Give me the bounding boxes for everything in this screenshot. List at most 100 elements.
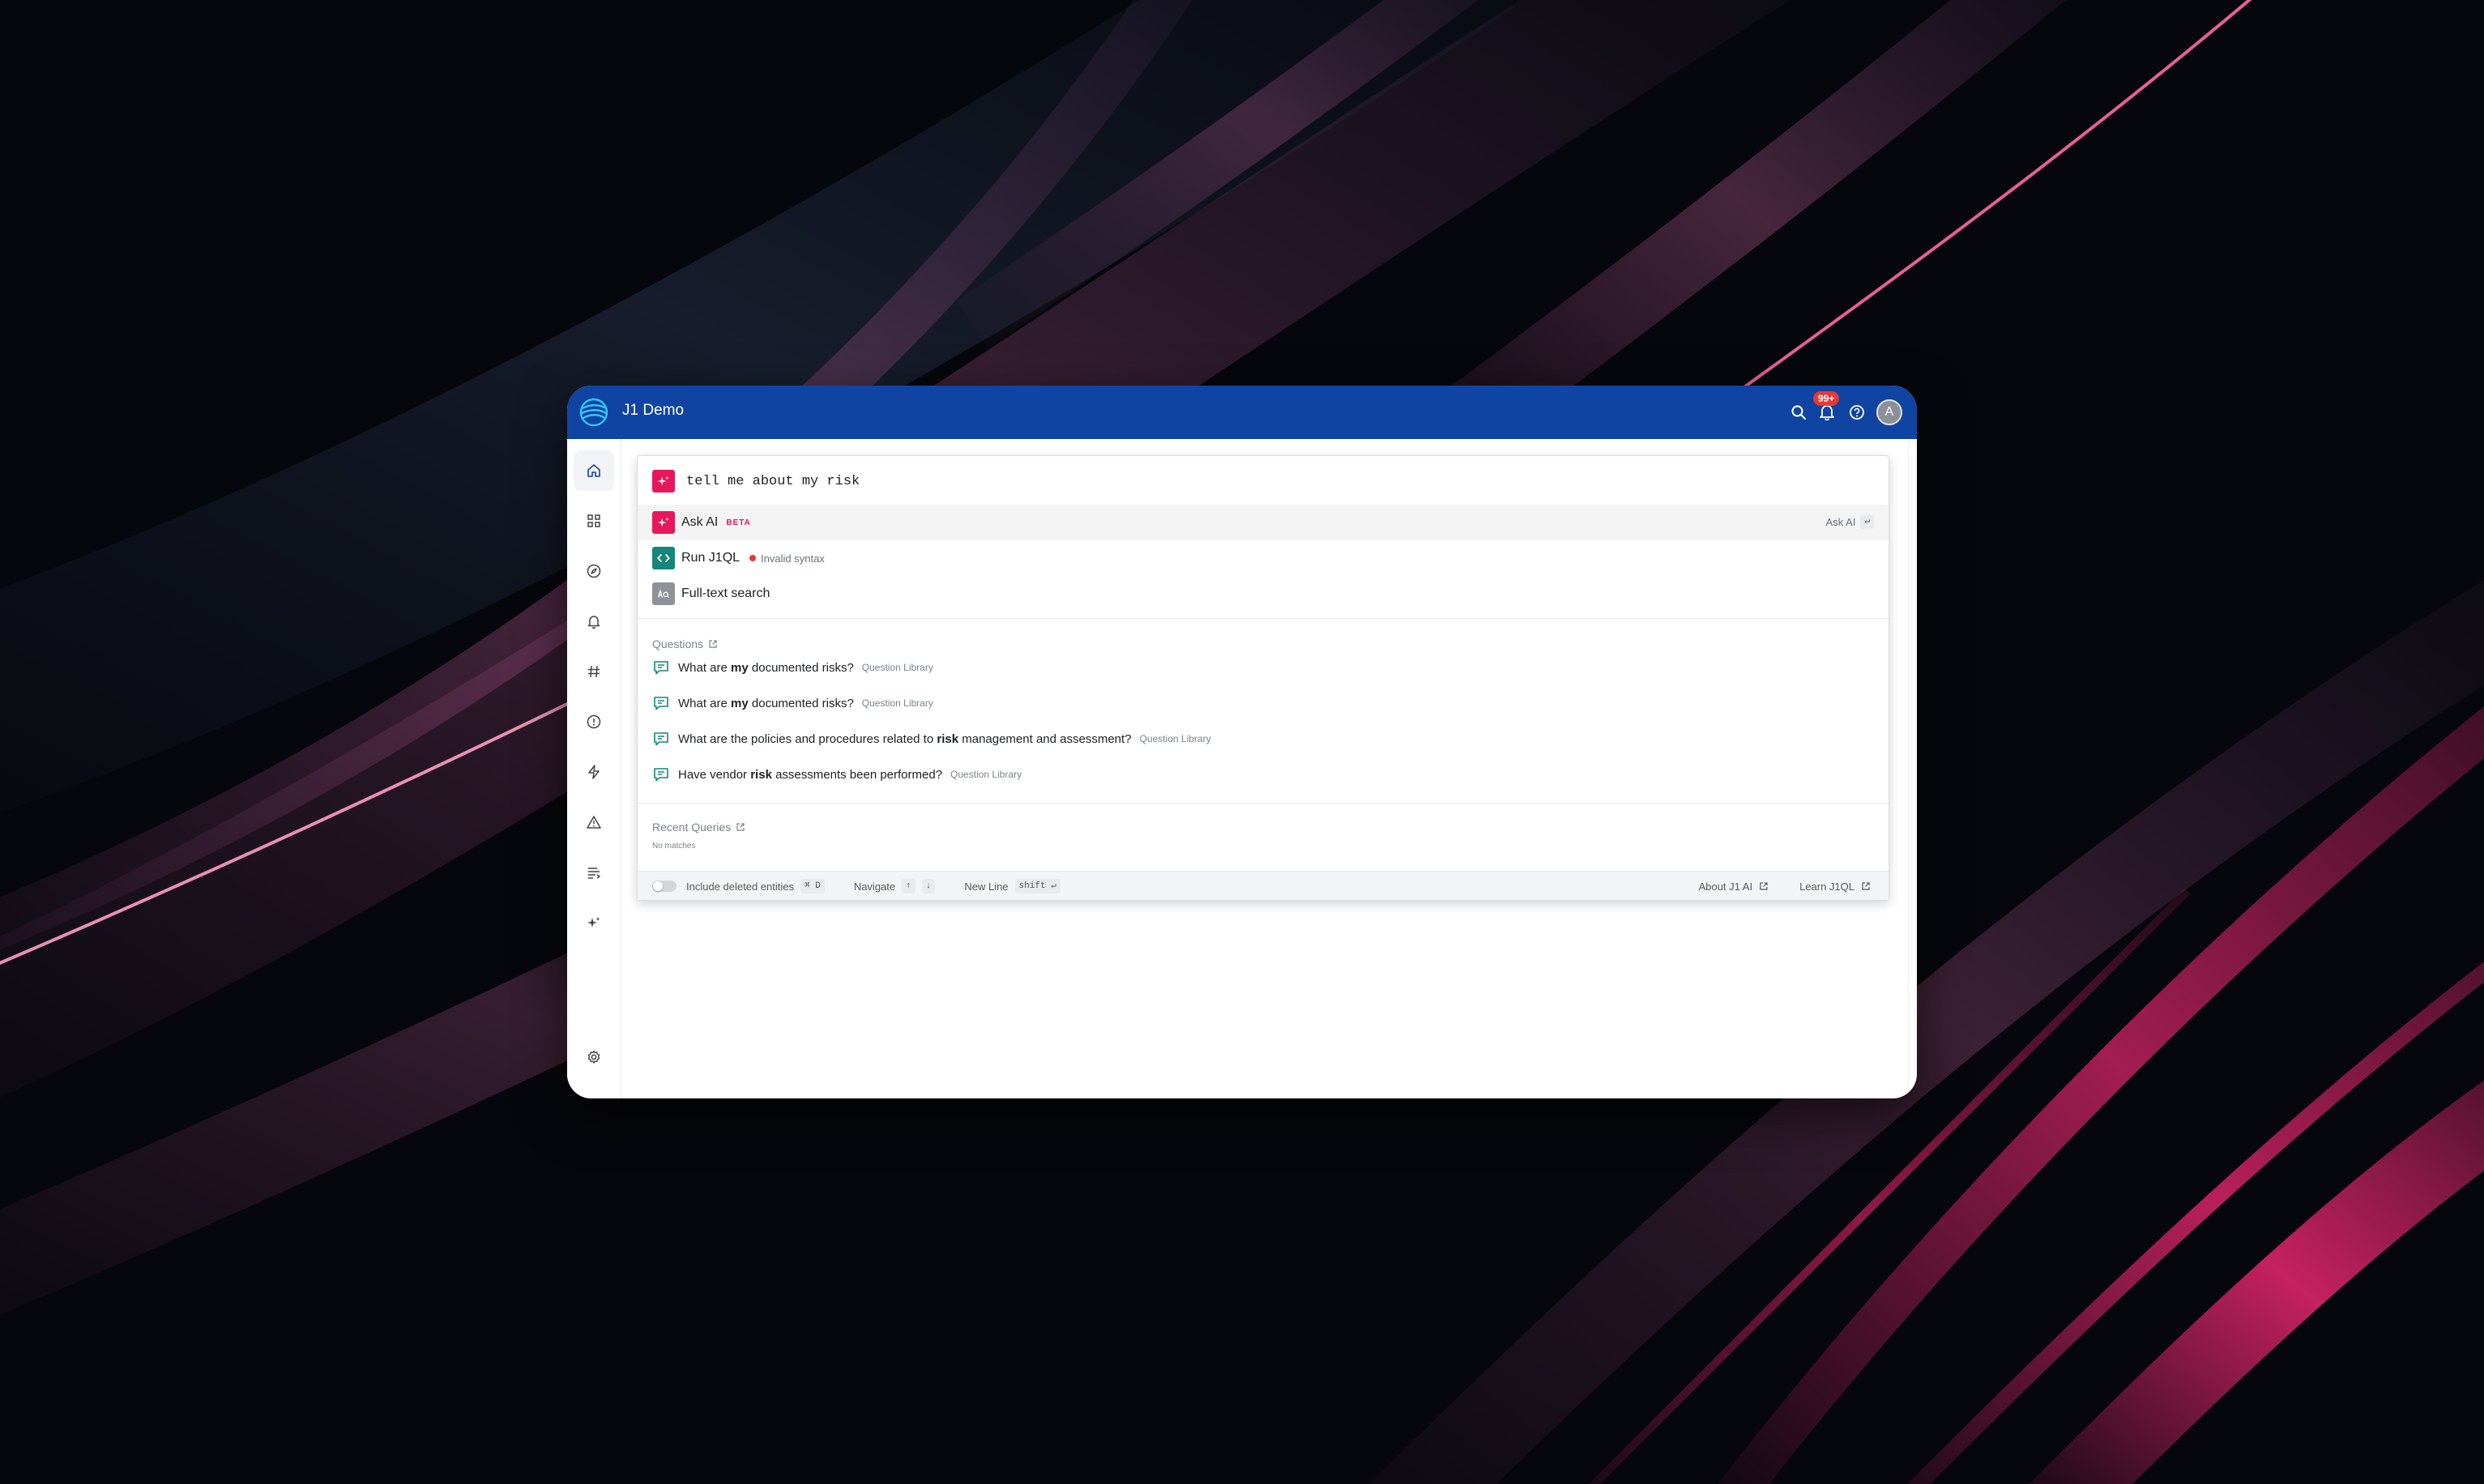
question-text: What are my documented risks? xyxy=(678,661,854,675)
search-icon[interactable] xyxy=(1790,404,1807,420)
external-link-icon xyxy=(1862,882,1870,890)
about-j1-ai-link[interactable]: About J1 AI xyxy=(1699,881,1753,893)
question-match: my xyxy=(731,660,749,675)
divider xyxy=(638,618,1889,619)
sidebar-item-apps[interactable] xyxy=(574,501,614,541)
include-deleted-label: Include deleted entities xyxy=(686,880,794,893)
sidebar-item-home[interactable] xyxy=(574,450,614,491)
question-match: risk xyxy=(937,731,959,746)
text-search-icon xyxy=(658,590,670,599)
full-text-tile xyxy=(652,582,675,605)
chat-bubble-icon xyxy=(654,768,668,782)
question-source: Question Library xyxy=(950,769,1022,780)
scroll-rail xyxy=(1908,439,1917,1098)
option-run-j1ql[interactable]: Run J1QL Invalid syntax xyxy=(638,540,1889,576)
question-text-part: What are the policies and procedures rel… xyxy=(678,731,937,746)
sidebar-item-integrations[interactable] xyxy=(574,651,614,692)
external-link-icon xyxy=(736,823,745,831)
question-text: What are the policies and procedures rel… xyxy=(678,732,1132,746)
question-text-part: What are xyxy=(678,660,732,675)
sidebar-item-findings[interactable] xyxy=(574,802,614,842)
arrow-up-key: ↑ xyxy=(902,879,915,893)
search-input[interactable] xyxy=(686,473,1820,489)
footer-left: Include deleted entities ⌘ D Navigate ↑ … xyxy=(652,872,1061,901)
new-line-shortcut: shift ↵ xyxy=(1014,879,1061,893)
question-item[interactable]: What are the policies and procedures rel… xyxy=(652,727,1211,751)
alert-circle-icon xyxy=(587,714,601,729)
chat-bubble-icon xyxy=(654,732,668,746)
run-j1ql-label: Run J1QL xyxy=(681,551,741,565)
error-dot-icon xyxy=(749,555,757,561)
search-palette: Ask AI BETA Ask AI ↵ Run J1QL Invalid sy… xyxy=(637,455,1889,901)
arrow-down-key: ↓ xyxy=(921,879,936,893)
external-link-icon xyxy=(1760,882,1768,890)
external-link-icon xyxy=(709,640,717,648)
home-icon xyxy=(587,464,600,477)
account-title[interactable]: J1 Demo xyxy=(622,402,684,420)
ask-ai-tile xyxy=(652,511,675,534)
apps-grid-icon xyxy=(587,514,600,527)
include-deleted-shortcut: ⌘ D xyxy=(800,879,825,893)
questions-heading-text: Questions xyxy=(652,638,704,650)
sidebar-item-insights[interactable] xyxy=(574,701,614,742)
enter-key: ↵ xyxy=(1860,514,1874,529)
footer-right: About J1 AI Learn J1QL xyxy=(1699,872,1871,901)
question-item[interactable]: What are my documented risks? Question L… xyxy=(652,691,933,715)
divider xyxy=(638,803,1889,804)
option-full-text-search[interactable]: Full-text search xyxy=(638,576,1889,612)
full-text-label: Full-text search xyxy=(681,586,770,600)
sidebar-item-explore[interactable] xyxy=(574,551,614,591)
sidebar-item-alerts[interactable] xyxy=(574,601,614,642)
compass-icon xyxy=(587,564,601,578)
notification-count-badge: 99+ xyxy=(1813,391,1840,406)
top-bar: J1 Demo 99+ A xyxy=(567,386,1917,439)
question-item[interactable]: Have vendor risk assessments been perfor… xyxy=(652,762,1022,787)
hashtag-icon xyxy=(588,665,600,678)
warning-triangle-icon xyxy=(587,816,601,829)
header-actions: 99+ A xyxy=(1790,386,1902,439)
lightning-icon xyxy=(588,765,600,779)
palette-footer: Include deleted entities ⌘ D Navigate ↑ … xyxy=(638,871,1889,900)
question-text-part: management and assessment? xyxy=(958,731,1132,746)
learn-j1ql-link[interactable]: Learn J1QL xyxy=(1799,881,1854,893)
sidebar-item-ai[interactable] xyxy=(574,902,614,943)
question-source: Question Library xyxy=(861,662,933,673)
help-icon[interactable] xyxy=(1849,404,1865,420)
option-ask-ai[interactable]: Ask AI BETA Ask AI ↵ xyxy=(638,505,1889,540)
avatar[interactable]: A xyxy=(1876,399,1902,425)
question-text-part: What are xyxy=(678,696,732,710)
sidebar-item-settings[interactable] xyxy=(574,1037,614,1077)
search-row xyxy=(652,469,1820,493)
syntax-status-text: Invalid syntax xyxy=(761,552,825,565)
ask-ai-tile xyxy=(652,470,675,493)
question-text-part: Have vendor xyxy=(678,767,751,782)
notifications-button[interactable]: 99+ xyxy=(1813,391,1840,422)
include-deleted-toggle[interactable] xyxy=(652,881,676,892)
jupiterone-logo-icon[interactable] xyxy=(578,397,609,428)
app-window: J1 Demo 99+ A tell me about my risk Ask … xyxy=(567,386,1917,1098)
recent-queries-heading[interactable]: Recent Queries xyxy=(652,821,745,834)
question-match: my xyxy=(731,696,749,710)
gear-icon xyxy=(587,1050,600,1064)
sparkle-icon xyxy=(657,475,669,486)
sidebar-item-reports[interactable] xyxy=(574,852,614,893)
beta-badge: BETA xyxy=(726,518,751,527)
sidebar xyxy=(567,439,621,1098)
question-text-part: documented risks? xyxy=(748,660,854,675)
syntax-status: Invalid syntax xyxy=(749,552,825,565)
ask-ai-hint: Ask AI xyxy=(1825,515,1856,528)
sidebar-item-rules[interactable] xyxy=(574,752,614,792)
sparkle-icon xyxy=(587,917,600,927)
recent-queries-empty: No matches xyxy=(652,842,696,851)
question-source: Question Library xyxy=(861,697,933,709)
chat-bubble-icon xyxy=(654,697,668,710)
question-match: risk xyxy=(750,767,772,782)
list-icon xyxy=(588,868,601,879)
chat-bubble-icon xyxy=(654,661,668,675)
new-line-label: New Line xyxy=(964,880,1009,893)
navigate-label: Navigate xyxy=(853,880,896,893)
question-text: What are my documented risks? xyxy=(678,697,854,710)
questions-heading[interactable]: Questions xyxy=(652,638,718,650)
ask-ai-label: Ask AI xyxy=(681,515,719,529)
question-item[interactable]: What are my documented risks? Question L… xyxy=(652,655,933,680)
